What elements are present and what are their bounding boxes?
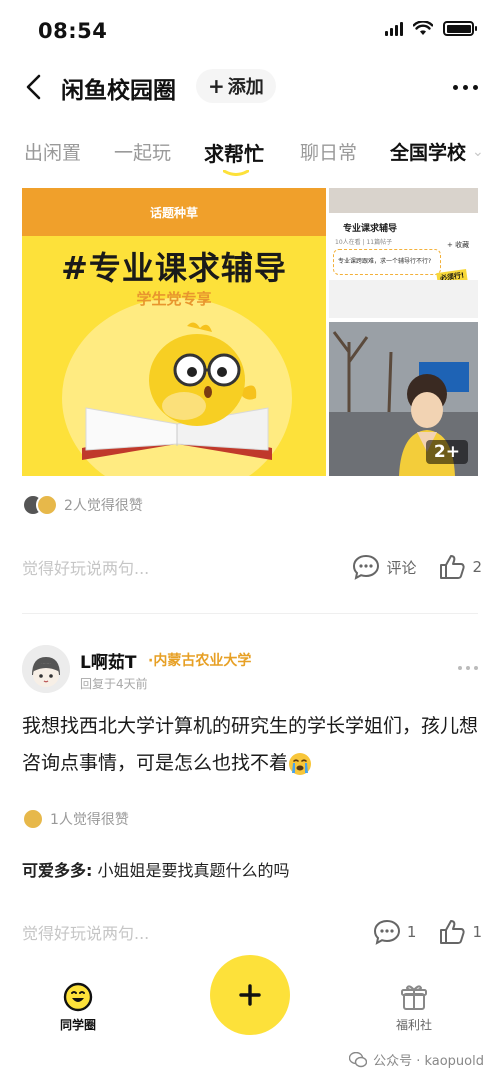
likes-summary[interactable]: 2人觉得很赞 [22, 494, 143, 516]
banner-tag: 话题种草 [22, 188, 326, 236]
category-tabs: 出闲置 一起玩 求帮忙 聊日常 全国学校 ⌄ [0, 130, 500, 180]
status-icons [385, 21, 477, 36]
image-count-badge: 2+ [425, 440, 468, 464]
banner-subtitle: 学生党专享 [136, 290, 212, 308]
fish-mascot-illustration [149, 322, 257, 426]
like-count: 2 [472, 558, 482, 576]
nav-bar: 闲鱼校园圈 + 添加 [0, 62, 500, 112]
tab-sell-idle[interactable]: 出闲置 [24, 138, 81, 165]
gift-icon [401, 985, 427, 1010]
plus-icon: + [208, 74, 225, 98]
tab-ask-help[interactable]: 求帮忙 [204, 138, 264, 167]
topic-preview-image[interactable]: 专业课求辅导 10人在看 | 11篇帖子 + 收藏 专业课跨跟难，求一个辅导行不… [329, 188, 478, 318]
reply-author: 可爱多多: [22, 861, 93, 880]
tab-classmates-label: 同学圈 [60, 1018, 97, 1032]
wifi-icon [413, 21, 433, 35]
comment-bar: 觉得好玩说两句... 1 1 [22, 915, 482, 949]
chevron-down-icon[interactable]: ⌄ [472, 144, 484, 160]
post-time: 回复于4天前 [80, 677, 148, 691]
tab-welfare-label: 福利社 [396, 1018, 433, 1032]
like-button[interactable]: 2 [438, 553, 482, 581]
more-options-icon[interactable] [453, 74, 478, 100]
avatar [22, 808, 44, 830]
signal-icon [385, 21, 403, 36]
status-time: 08:54 [38, 19, 108, 43]
comment-icon [353, 554, 380, 580]
comment-input[interactable]: 觉得好玩说两句... [22, 555, 330, 579]
comment-icon [373, 919, 400, 945]
post-photo[interactable]: 2+ [329, 322, 478, 476]
preview-collect: + 收藏 [447, 241, 470, 249]
watermark-text: 公众号 · kaopuold [373, 1054, 484, 1069]
comment-label: 评论 [386, 558, 417, 577]
page-title: 闲鱼校园圈 [61, 78, 176, 104]
reply-text: 小姐姐是要找真题什么的吗 [92, 861, 290, 880]
comment-count: 1 [406, 923, 417, 941]
watermark: 公众号 · kaopuold [349, 1050, 484, 1069]
plus-icon [239, 984, 261, 1006]
preview-meta: 10人在看 | 11篇帖子 [335, 239, 393, 246]
tab-classmates[interactable]: 同学圈 [60, 982, 96, 1033]
comment-bar: 觉得好玩说两句... 评论 2 [22, 550, 482, 584]
smiley-icon [63, 982, 93, 1012]
create-post-button[interactable] [210, 955, 290, 1035]
post-more-icon[interactable] [458, 666, 478, 670]
tab-welfare[interactable]: 福利社 [396, 982, 432, 1033]
likes-text: 1人觉得很赞 [50, 812, 129, 828]
crying-emoji-icon [289, 752, 312, 775]
author-name[interactable]: L啊茹T [80, 648, 136, 673]
banner-headline: #专业课求辅导 [61, 249, 287, 287]
preview-title: 专业课求辅导 [343, 224, 398, 234]
back-arrow-icon[interactable] [22, 72, 46, 102]
post-body[interactable]: 我想找西北大学计算机的研究生的学长学姐们，孩儿想咨询点事情，可是怎么也找不着 [22, 708, 478, 782]
thumbs-up-icon [440, 555, 466, 579]
tab-daily-chat[interactable]: 聊日常 [300, 138, 357, 165]
wechat-icon [349, 1051, 368, 1067]
comment-input[interactable]: 觉得好玩说两句... [22, 920, 351, 944]
reply-preview[interactable]: 可爱多多: 小姐姐是要找真题什么的吗 [22, 857, 290, 881]
likes-summary[interactable]: 1人觉得很赞 [22, 808, 129, 830]
like-count: 1 [472, 923, 482, 941]
tab-all-schools[interactable]: 全国学校 [390, 138, 466, 165]
preview-bubble: 专业课跨跟难，求一个辅导行不行? [333, 249, 441, 275]
comment-button[interactable]: 评论 [352, 554, 416, 580]
active-tab-indicator [223, 170, 249, 176]
add-button[interactable]: + 添加 [196, 69, 276, 103]
likes-text: 2人觉得很赞 [64, 498, 143, 514]
battery-icon [443, 21, 477, 36]
status-bar: 08:54 [0, 0, 500, 62]
author-avatar[interactable] [22, 645, 70, 693]
tab-play-together[interactable]: 一起玩 [114, 138, 171, 165]
topic-banner-image[interactable]: 话题种草 #专业课求辅导 学生党专享 [22, 188, 326, 476]
author-school[interactable]: ·内蒙古农业大学 [148, 650, 251, 670]
post-divider [22, 613, 478, 614]
thumbs-up-icon [440, 920, 466, 944]
comment-button[interactable]: 1 [373, 919, 417, 945]
like-button[interactable]: 1 [438, 918, 482, 946]
add-button-label: 添加 [227, 77, 264, 98]
avatar [36, 494, 58, 516]
